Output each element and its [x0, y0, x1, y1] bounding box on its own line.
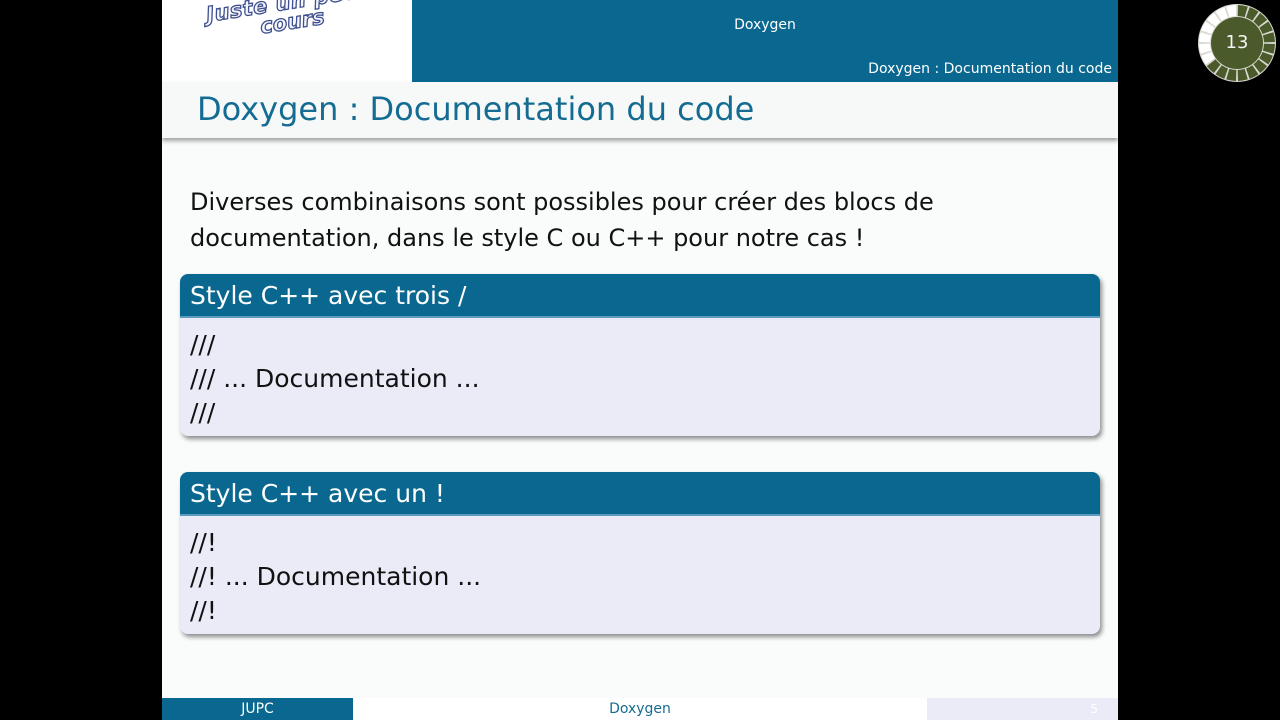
block-body: /// /// ... Documentation ... /// [180, 318, 1100, 436]
slide: Juste un petit cours Doxygen Doxygen : D… [162, 0, 1118, 720]
code-line: //! [190, 528, 217, 557]
frame-title-bar: Doxygen : Documentation du code [162, 82, 1118, 138]
footer-page-number: 5 [927, 698, 1118, 720]
code-line: /// [190, 398, 216, 427]
block-title: Style C++ avec trois / [180, 274, 1100, 318]
code-line: /// ... Documentation ... [190, 364, 480, 393]
code-line: /// [190, 330, 216, 359]
logo-area: Juste un petit cours [162, 0, 412, 82]
progress-dial: 13 [1197, 3, 1277, 83]
block-cpp-three-slashes: Style C++ avec trois / /// /// ... Docum… [180, 274, 1100, 436]
block-cpp-exclamation: Style C++ avec un ! //! //! ... Document… [180, 472, 1100, 634]
header-bar: Doxygen Doxygen : Documentation du code [412, 0, 1118, 82]
block-title: Style C++ avec un ! [180, 472, 1100, 516]
header-title: Doxygen [734, 17, 796, 33]
code-line: //! ... Documentation ... [190, 562, 482, 591]
footer-title: Doxygen [353, 698, 927, 720]
logo: Juste un petit cours [174, 0, 407, 50]
progress-dial-label: 13 [1225, 32, 1249, 53]
code-line: //! [190, 596, 217, 625]
intro-text: Diverses combinaisons sont possibles pou… [190, 188, 934, 252]
block-body: //! //! ... Documentation ... //! [180, 516, 1100, 634]
frame-title: Doxygen : Documentation du code [197, 90, 755, 128]
footer-author: JUPC [162, 698, 353, 720]
header-section: Doxygen : Documentation du code [868, 61, 1112, 77]
